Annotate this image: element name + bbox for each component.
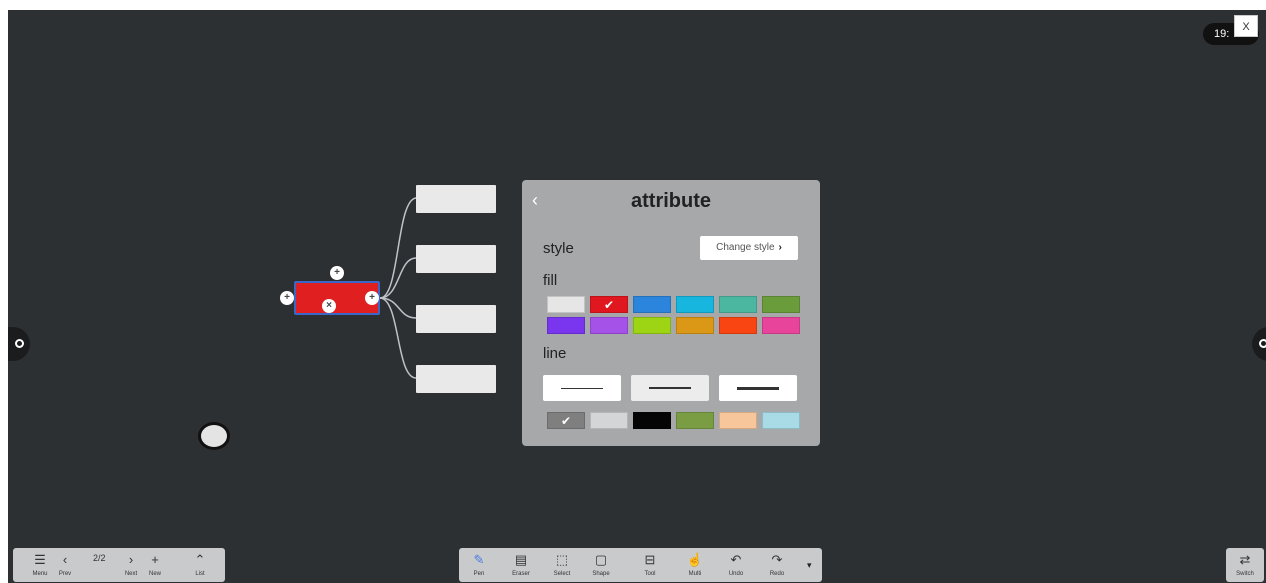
undo-label: Undo xyxy=(728,571,744,577)
change-style-button[interactable]: Change style › xyxy=(700,236,798,260)
fill-color-swatch[interactable] xyxy=(676,317,714,334)
close-button[interactable]: X xyxy=(1234,15,1258,37)
panel-title: attribute xyxy=(631,190,711,212)
fill-color-swatch[interactable] xyxy=(719,317,757,334)
fill-color-swatch[interactable] xyxy=(547,317,585,334)
list-button[interactable]: ⌃ List xyxy=(182,548,218,582)
select-cursor-icon: ⬚ xyxy=(555,552,569,567)
fill-color-swatch[interactable]: ✔ xyxy=(590,296,628,313)
line-style-thin[interactable] xyxy=(543,375,621,401)
pen-icon: ✎ xyxy=(473,552,485,567)
page-indicator: 2/2 xyxy=(93,553,106,563)
plus-box-icon: + xyxy=(151,552,159,567)
line-color-swatch[interactable] xyxy=(762,412,800,429)
chevron-up-circle-icon: ⌃ xyxy=(194,552,206,567)
check-icon: ✔ xyxy=(560,414,572,428)
whiteboard-canvas[interactable]: 19: + + + × ‹ attribute style Change sty… xyxy=(8,10,1266,583)
toolbox-icon: ⊟ xyxy=(644,552,656,567)
redo-icon: ↷ xyxy=(771,552,783,567)
line-color-swatch[interactable] xyxy=(590,412,628,429)
floating-round-button[interactable] xyxy=(198,422,230,450)
fill-label: fill xyxy=(543,272,558,289)
shape-tool-button[interactable]: ▢ Shape xyxy=(583,548,619,582)
mindmap-child-node[interactable] xyxy=(416,185,496,213)
mindmap-child-node[interactable] xyxy=(416,245,496,273)
line-sample xyxy=(561,388,603,389)
switch-toolbar: ⇄ Switch xyxy=(1226,548,1264,582)
fill-color-swatch[interactable] xyxy=(719,296,757,313)
line-color-swatch[interactable]: ✔ xyxy=(547,412,585,429)
new-page-button[interactable]: + New xyxy=(137,548,173,582)
change-style-label: Change style xyxy=(716,242,775,253)
drawing-toolbar: ✎ Pen ▤ Eraser ⬚ Select ▢ Shape ⊟ Tool ☝… xyxy=(459,548,822,582)
line-color-swatch[interactable] xyxy=(719,412,757,429)
hand-icon: ☝ xyxy=(686,552,704,567)
new-label: New xyxy=(148,571,161,577)
delete-node-handle[interactable]: × xyxy=(322,299,336,313)
switch-label: Switch xyxy=(1236,571,1254,577)
pen-label: Pen xyxy=(473,571,485,577)
fill-color-swatch[interactable] xyxy=(762,317,800,334)
mindmap-child-node[interactable] xyxy=(416,365,496,393)
line-sample xyxy=(737,387,779,390)
page-toolbar: ☰ Menu ‹ Prev 2/2 › Next + New ⌃ List xyxy=(13,548,225,582)
eraser-tool-button[interactable]: ▤ Eraser xyxy=(503,548,539,582)
eraser-label: Eraser xyxy=(512,571,530,577)
line-color-swatch[interactable] xyxy=(633,412,671,429)
add-child-top-handle[interactable]: + xyxy=(330,266,344,280)
plus-icon: + xyxy=(334,267,340,278)
connector-line xyxy=(379,297,417,379)
list-label: List xyxy=(195,571,205,577)
fill-color-swatch[interactable] xyxy=(590,317,628,334)
add-node-right-handle[interactable]: + xyxy=(365,291,379,305)
connector-line xyxy=(379,197,417,299)
switch-button[interactable]: ⇄ Switch xyxy=(1227,548,1263,582)
fill-color-swatch[interactable] xyxy=(762,296,800,313)
undo-button[interactable]: ↶ Undo xyxy=(718,548,754,582)
more-tools-caret-icon[interactable]: ▾ xyxy=(807,560,812,571)
multi-label: Multi xyxy=(688,571,702,577)
line-style-medium[interactable] xyxy=(631,375,709,401)
plus-icon: + xyxy=(369,292,375,303)
select-label: Select xyxy=(553,571,571,577)
line-style-thick[interactable] xyxy=(719,375,797,401)
fill-color-swatch[interactable] xyxy=(633,317,671,334)
select-tool-button[interactable]: ⬚ Select xyxy=(544,548,580,582)
attribute-panel: ‹ attribute style Change style › fill ✔ l… xyxy=(522,180,820,446)
connector-line xyxy=(379,257,417,299)
plus-icon: + xyxy=(284,292,290,303)
fill-color-swatch[interactable] xyxy=(633,296,671,313)
shape-icon: ▢ xyxy=(594,552,608,567)
fill-color-swatch[interactable] xyxy=(676,296,714,313)
chevron-right-icon: › xyxy=(778,242,782,253)
eraser-icon: ▤ xyxy=(514,552,528,567)
add-node-left-handle[interactable]: + xyxy=(280,291,294,305)
multi-touch-button[interactable]: ☝ Multi xyxy=(677,548,713,582)
prev-label: Prev xyxy=(58,571,72,577)
close-icon: × xyxy=(326,300,332,311)
switch-icon: ⇄ xyxy=(1239,552,1251,567)
line-sample xyxy=(649,387,691,389)
prev-page-button[interactable]: ‹ Prev xyxy=(47,548,83,582)
tool-label: Tool xyxy=(644,571,656,577)
redo-button[interactable]: ↷ Redo xyxy=(759,548,795,582)
line-label: line xyxy=(543,345,567,362)
mindmap-child-node[interactable] xyxy=(416,305,496,333)
pen-tool-button[interactable]: ✎ Pen xyxy=(461,548,497,582)
redo-label: Redo xyxy=(769,571,785,577)
chevron-left-icon: ‹ xyxy=(62,552,68,567)
shape-label: Shape xyxy=(592,571,610,577)
style-label: style xyxy=(543,240,574,257)
undo-icon: ↶ xyxy=(730,552,742,567)
check-icon: ✔ xyxy=(603,298,615,312)
close-label: X xyxy=(1242,21,1250,33)
line-color-swatch[interactable] xyxy=(676,412,714,429)
fill-color-swatch[interactable] xyxy=(547,296,585,313)
tool-button[interactable]: ⊟ Tool xyxy=(632,548,668,582)
